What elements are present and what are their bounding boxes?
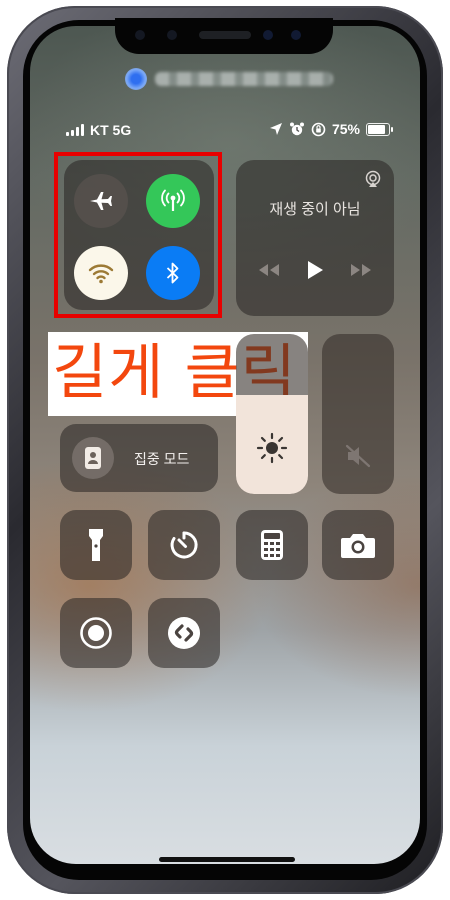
screen-record-button[interactable] bbox=[60, 598, 132, 668]
battery-fill bbox=[368, 124, 385, 134]
speaker-muted-icon bbox=[345, 444, 371, 468]
shazam-icon bbox=[168, 617, 200, 649]
timer-icon bbox=[170, 531, 198, 559]
rotation-lock-icon bbox=[311, 122, 326, 136]
flashlight-icon bbox=[89, 529, 103, 561]
screen-record-icon bbox=[80, 617, 112, 649]
now-playing-label: 재생 중이 아님 bbox=[269, 201, 361, 218]
focus-mode-label: 집중 모드 bbox=[134, 451, 190, 467]
highlight-box bbox=[54, 152, 222, 318]
blurred-notification bbox=[125, 66, 333, 92]
alarm-icon bbox=[289, 122, 304, 136]
location-arrow-icon bbox=[269, 123, 282, 135]
fast-forward-icon[interactable] bbox=[350, 263, 372, 277]
calculator-button[interactable] bbox=[236, 510, 308, 580]
face-id-sensor-icon bbox=[291, 30, 301, 40]
camera-button[interactable] bbox=[322, 510, 394, 580]
calculator-icon bbox=[261, 530, 283, 560]
focus-mode-button[interactable]: 집중 모드 bbox=[60, 424, 218, 492]
camera-icon bbox=[341, 534, 375, 558]
play-icon[interactable] bbox=[306, 260, 324, 280]
focus-person-icon bbox=[85, 447, 101, 469]
speaker-grille bbox=[199, 31, 251, 39]
front-camera-icon bbox=[263, 30, 273, 40]
carrier-label: KT 5G bbox=[90, 122, 132, 138]
signal-strength-icon bbox=[66, 124, 84, 136]
shazam-button[interactable] bbox=[148, 598, 220, 668]
now-playing-module[interactable]: 재생 중이 아님 bbox=[236, 160, 394, 316]
battery-percent: 75% bbox=[331, 121, 360, 137]
timer-button[interactable] bbox=[148, 510, 220, 580]
notch bbox=[115, 18, 333, 54]
brightness-sun-icon bbox=[256, 432, 288, 464]
brightness-slider[interactable] bbox=[236, 334, 308, 494]
status-bar: KT 5G 75% bbox=[0, 118, 450, 144]
rewind-icon[interactable] bbox=[258, 263, 280, 277]
battery-icon bbox=[366, 122, 393, 136]
airplay-icon[interactable] bbox=[364, 170, 382, 188]
blurred-text bbox=[155, 72, 333, 86]
sensor-icon bbox=[167, 30, 177, 40]
app-icon bbox=[125, 68, 147, 90]
focus-icon-circle bbox=[72, 437, 114, 479]
flashlight-button[interactable] bbox=[60, 510, 132, 580]
home-indicator[interactable] bbox=[159, 857, 295, 862]
volume-slider[interactable] bbox=[322, 334, 394, 494]
sensor-icon bbox=[135, 30, 145, 40]
